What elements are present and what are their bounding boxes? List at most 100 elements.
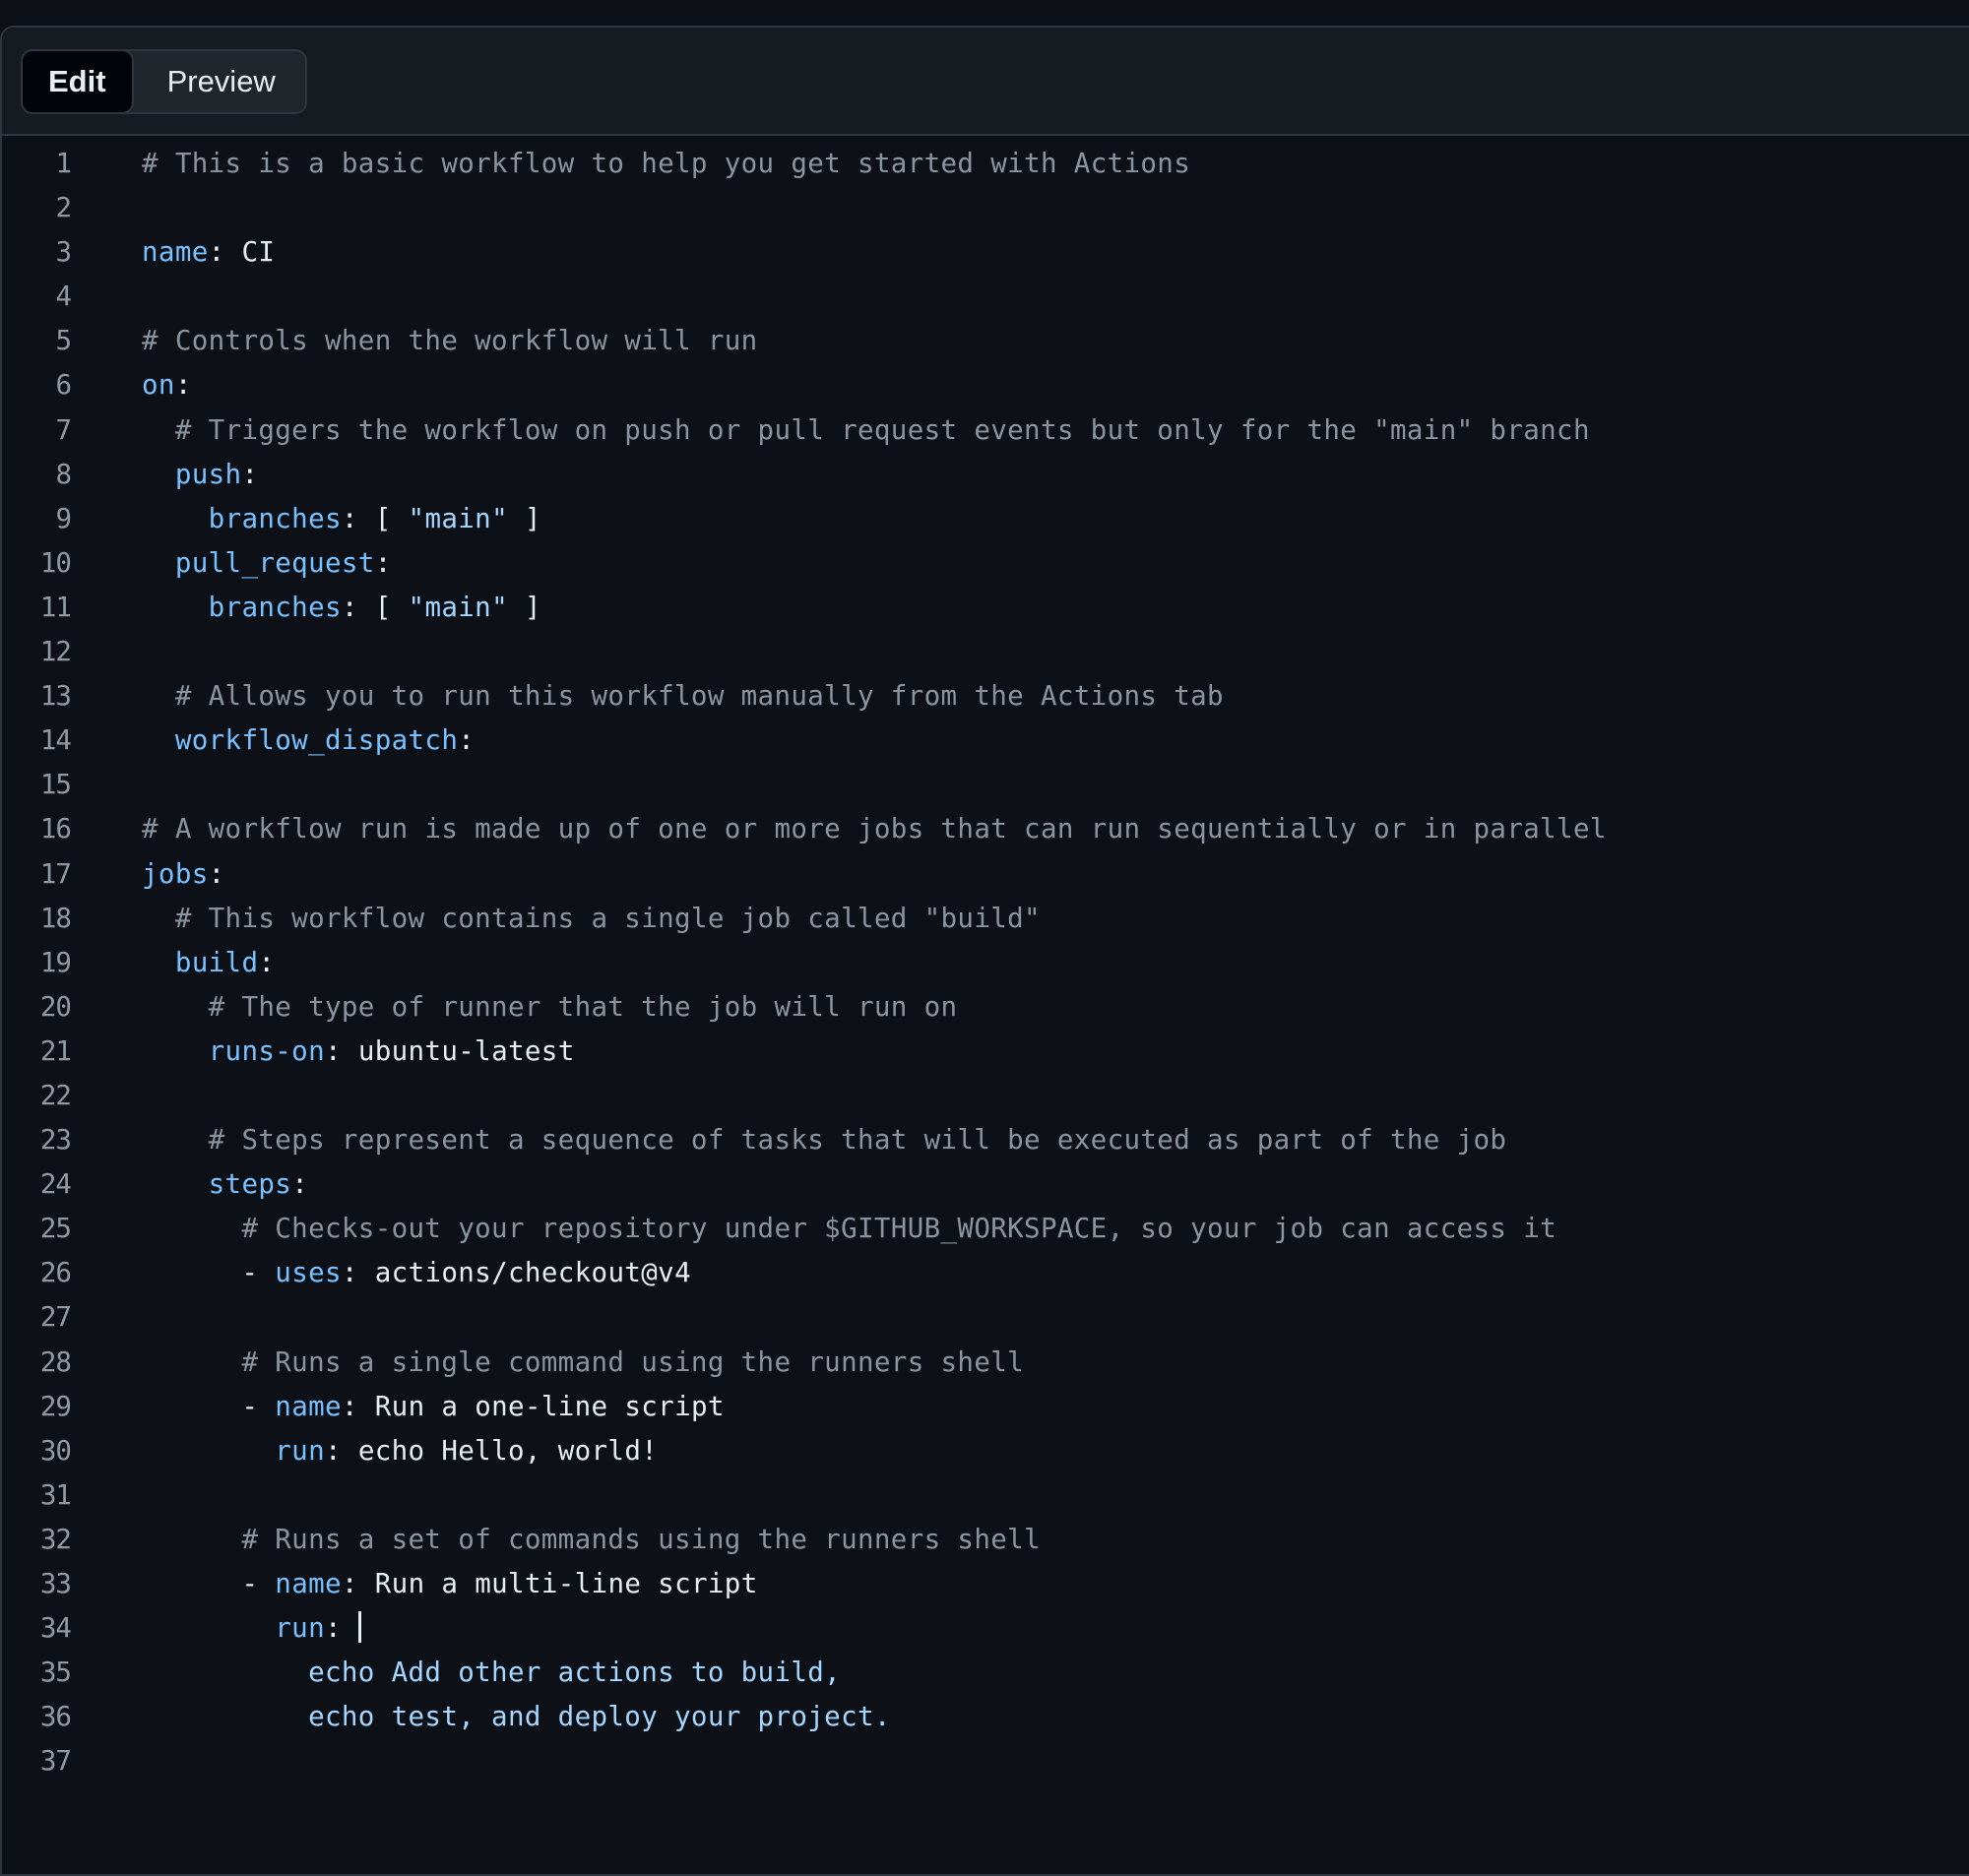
line-content: run:	[71, 1606, 1969, 1651]
block-scalar-line: echo Add other actions to build,	[308, 1657, 842, 1689]
code-line[interactable]: 15	[2, 763, 1969, 807]
line-number: 23	[39, 1124, 72, 1157]
code-comment: # This workflow contains a single job ca…	[174, 902, 1041, 934]
code-line[interactable]: 14 workflow_dispatch:	[2, 719, 1969, 763]
code-editor[interactable]: 1 # This is a basic workflow to help you …	[2, 136, 1969, 1874]
code-line[interactable]: 2	[2, 186, 1969, 230]
yaml-key: uses	[275, 1257, 342, 1289]
code-line[interactable]: 1 # This is a basic workflow to help you …	[2, 142, 1969, 186]
code-line[interactable]: 19 build:	[2, 941, 1969, 985]
yaml-string: "main"	[408, 502, 508, 534]
code-line[interactable]: 7 # Triggers the workflow on push or pul…	[2, 408, 1969, 453]
code-line[interactable]: 31	[2, 1473, 1969, 1518]
line-number: 32	[39, 1523, 72, 1555]
yaml-key: build	[174, 946, 259, 978]
code-line[interactable]: 18 # This workflow contains a single job…	[2, 897, 1969, 941]
line-content: # Runs a set of commands using the runne…	[71, 1518, 1969, 1562]
line-number: 27	[39, 1301, 72, 1334]
line-number: 17	[39, 857, 72, 890]
line-content	[71, 275, 1969, 319]
code-punctuation: :	[341, 1568, 375, 1599]
code-line[interactable]: 25 # Checks-out your repository under $G…	[2, 1207, 1969, 1251]
code-punctuation: :	[325, 1434, 358, 1467]
code-line[interactable]: 16 # A workflow run is made up of one or …	[2, 807, 1969, 851]
line-number: 16	[39, 813, 72, 845]
yaml-key: name	[275, 1568, 342, 1599]
line-content	[71, 763, 1969, 807]
tab-edit[interactable]: Edit	[21, 49, 134, 114]
code-line[interactable]: 37	[2, 1739, 1969, 1783]
code-punctuation: ]	[508, 591, 541, 623]
line-content: jobs:	[71, 852, 1969, 897]
code-line[interactable]: 35 echo Add other actions to build,	[2, 1651, 1969, 1695]
code-line[interactable]: 23 # Steps represent a sequence of tasks…	[2, 1118, 1969, 1162]
code-line[interactable]: 22	[2, 1074, 1969, 1118]
code-line[interactable]: 13 # Allows you to run this workflow man…	[2, 674, 1969, 719]
file-editor-panel: Edit Preview 1 # This is a basic workflow…	[0, 26, 1969, 1876]
code-line[interactable]: 4	[2, 275, 1969, 319]
code-line[interactable]: 9 branches: [ "main" ]	[2, 497, 1969, 541]
yaml-key: name	[275, 1390, 342, 1422]
line-number: 22	[39, 1079, 72, 1111]
line-number: 3	[55, 236, 72, 269]
tab-preview[interactable]: Preview	[134, 51, 305, 112]
code-line[interactable]: 5 # Controls when the workflow will run	[2, 319, 1969, 363]
line-number: 6	[55, 369, 72, 402]
line-number: 34	[39, 1612, 72, 1645]
line-content: # Allows you to run this workflow manual…	[71, 674, 1969, 719]
code-line[interactable]: 36 echo test, and deploy your project.	[2, 1695, 1969, 1739]
code-line[interactable]: 3 name: CI	[2, 230, 1969, 275]
code-line[interactable]: 27	[2, 1295, 1969, 1340]
code-punctuation: :	[325, 1034, 358, 1067]
code-line[interactable]: 12	[2, 630, 1969, 674]
code-punctuation: ]	[508, 502, 541, 534]
code-comment: # Runs a single command using the runner…	[241, 1345, 1025, 1378]
line-content: build:	[71, 941, 1969, 985]
line-number: 9	[55, 502, 72, 534]
line-number: 12	[39, 636, 72, 668]
line-content: - uses: actions/checkout@v4	[71, 1251, 1969, 1295]
line-number: 35	[39, 1657, 72, 1689]
line-content	[71, 1295, 1969, 1340]
code-line[interactable]: 24 steps:	[2, 1162, 1969, 1207]
code-punctuation: :	[325, 1612, 358, 1645]
code-comment: # A workflow run is made up of one or mo…	[142, 813, 1607, 845]
code-line[interactable]: 33 - name: Run a multi-line script	[2, 1562, 1969, 1606]
code-line[interactable]: 17 jobs:	[2, 852, 1969, 897]
block-scalar-line: echo test, and deploy your project.	[308, 1701, 891, 1733]
line-content: on:	[71, 363, 1969, 407]
code-line[interactable]: 11 branches: [ "main" ]	[2, 586, 1969, 630]
code-line[interactable]: 28 # Runs a single command using the run…	[2, 1341, 1969, 1385]
code-line[interactable]: 6 on:	[2, 363, 1969, 407]
line-number: 24	[39, 1168, 72, 1201]
code-line[interactable]: 30 run: echo Hello, world!	[2, 1429, 1969, 1473]
code-line[interactable]: 29 - name: Run a one-line script	[2, 1385, 1969, 1429]
code-line[interactable]: 26 - uses: actions/checkout@v4	[2, 1251, 1969, 1295]
code-line[interactable]: 32 # Runs a set of commands using the ru…	[2, 1518, 1969, 1562]
line-number: 18	[39, 902, 72, 934]
yaml-value: echo Hello, world!	[357, 1434, 659, 1467]
line-content: branches: [ "main" ]	[71, 586, 1969, 630]
line-content: pull_request:	[71, 541, 1969, 586]
yaml-key: runs-on	[208, 1034, 325, 1067]
line-content: - name: Run a one-line script	[71, 1385, 1969, 1429]
line-content: # This workflow contains a single job ca…	[71, 897, 1969, 941]
code-line[interactable]: 20 # The type of runner that the job wil…	[2, 985, 1969, 1030]
line-number: 37	[39, 1745, 72, 1778]
code-line[interactable]: 34 run:	[2, 1606, 1969, 1651]
code-line[interactable]: 21 runs-on: ubuntu-latest	[2, 1030, 1969, 1074]
line-number: 5	[55, 325, 72, 357]
line-content: steps:	[71, 1162, 1969, 1207]
yaml-key: push	[174, 458, 242, 490]
yaml-key: jobs	[142, 857, 209, 890]
line-content: # The type of runner that the job will r…	[71, 985, 1969, 1030]
yaml-key: on	[142, 369, 175, 402]
yaml-key: run	[275, 1434, 325, 1467]
line-number: 33	[39, 1568, 72, 1599]
code-line[interactable]: 8 push:	[2, 453, 1969, 497]
yaml-value: Run a multi-line script	[374, 1568, 758, 1599]
line-number: 13	[39, 680, 72, 713]
code-line[interactable]: 10 pull_request:	[2, 541, 1969, 586]
line-content	[71, 1473, 1969, 1518]
code-punctuation: :	[208, 857, 225, 890]
